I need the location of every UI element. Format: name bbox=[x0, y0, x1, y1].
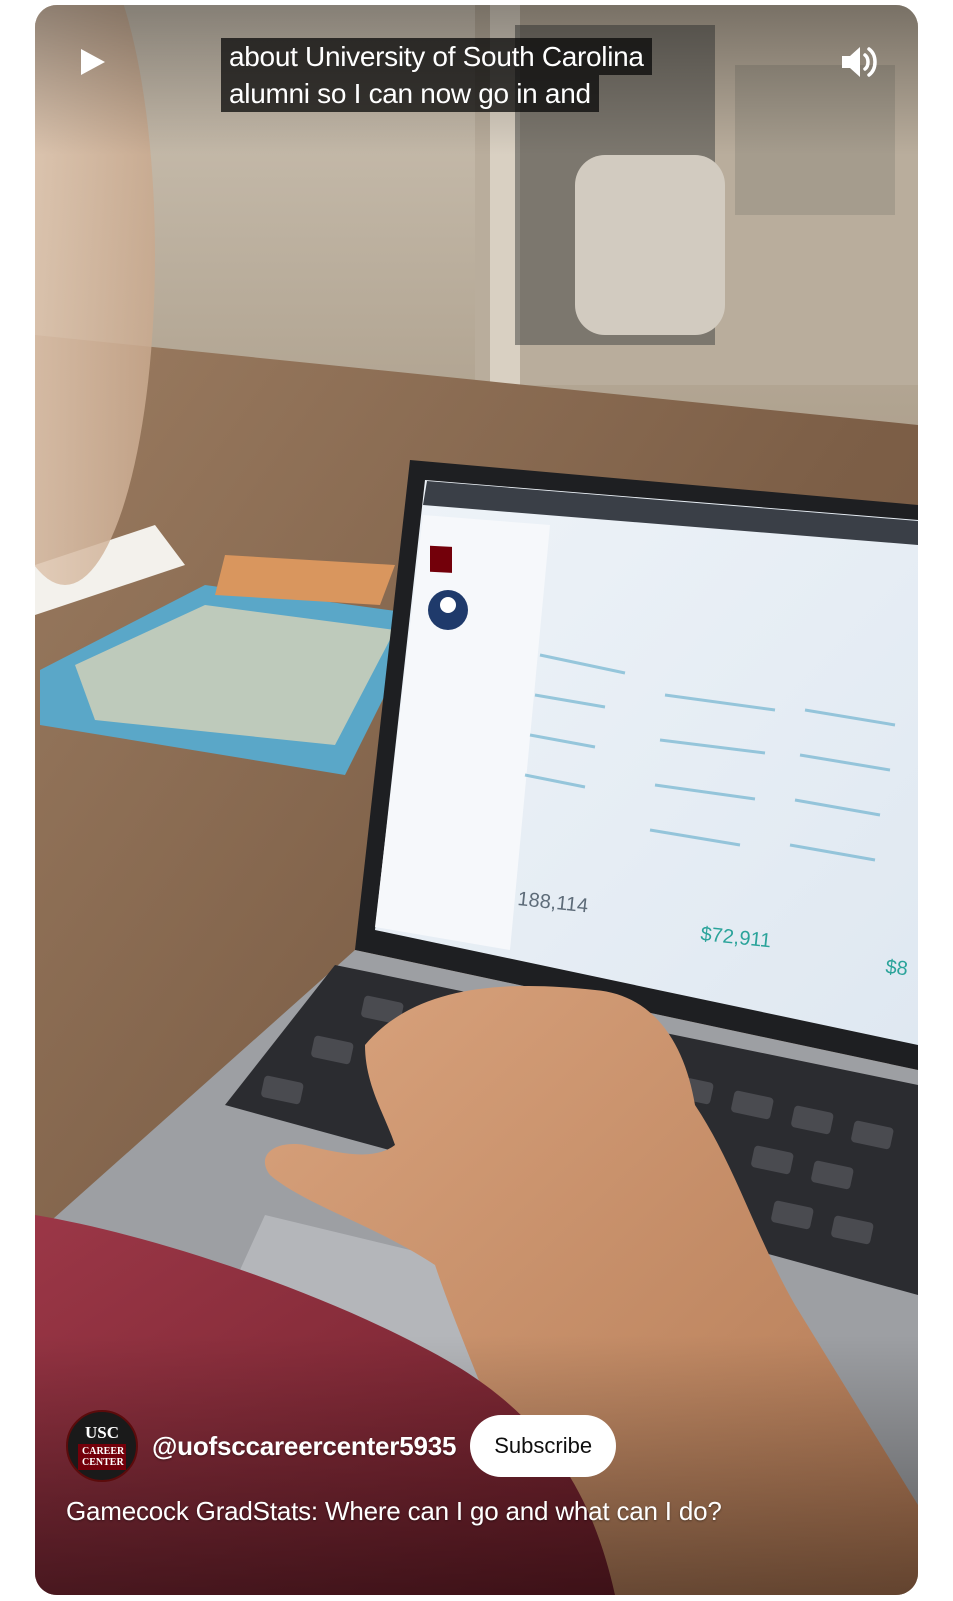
avatar-badge-line: CAREER bbox=[82, 1446, 125, 1457]
subscribe-button[interactable]: Subscribe bbox=[470, 1415, 617, 1477]
caption-line: about University of South Carolina bbox=[221, 38, 652, 75]
avatar-badge: CAREER CENTER bbox=[78, 1444, 126, 1470]
caption-window: about University of South Carolina alumn… bbox=[221, 38, 652, 112]
volume-button[interactable] bbox=[832, 34, 888, 90]
shorts-video-player[interactable]: 188,114 $72,911 $8 about University of S… bbox=[35, 5, 918, 1595]
screen-stat-3: $8 bbox=[884, 956, 908, 980]
channel-row: USC CAREER CENTER @uofsccareercenter5935… bbox=[66, 1410, 617, 1482]
play-button[interactable] bbox=[65, 34, 121, 90]
avatar-usc-text: USC bbox=[84, 1423, 119, 1442]
caption-line: alumni so I can now go in and bbox=[221, 75, 599, 112]
channel-handle[interactable]: @uofsccareercenter5935 bbox=[152, 1431, 456, 1462]
video-title[interactable]: Gamecock GradStats: Where can I go and w… bbox=[66, 1496, 722, 1527]
play-icon bbox=[81, 49, 105, 75]
page: 188,114 $72,911 $8 about University of S… bbox=[0, 0, 953, 1601]
video-frame: 188,114 $72,911 $8 bbox=[35, 5, 918, 1595]
channel-avatar[interactable]: USC CAREER CENTER bbox=[66, 1410, 138, 1482]
volume-icon bbox=[842, 47, 877, 77]
avatar-badge-line: CENTER bbox=[82, 1457, 124, 1468]
